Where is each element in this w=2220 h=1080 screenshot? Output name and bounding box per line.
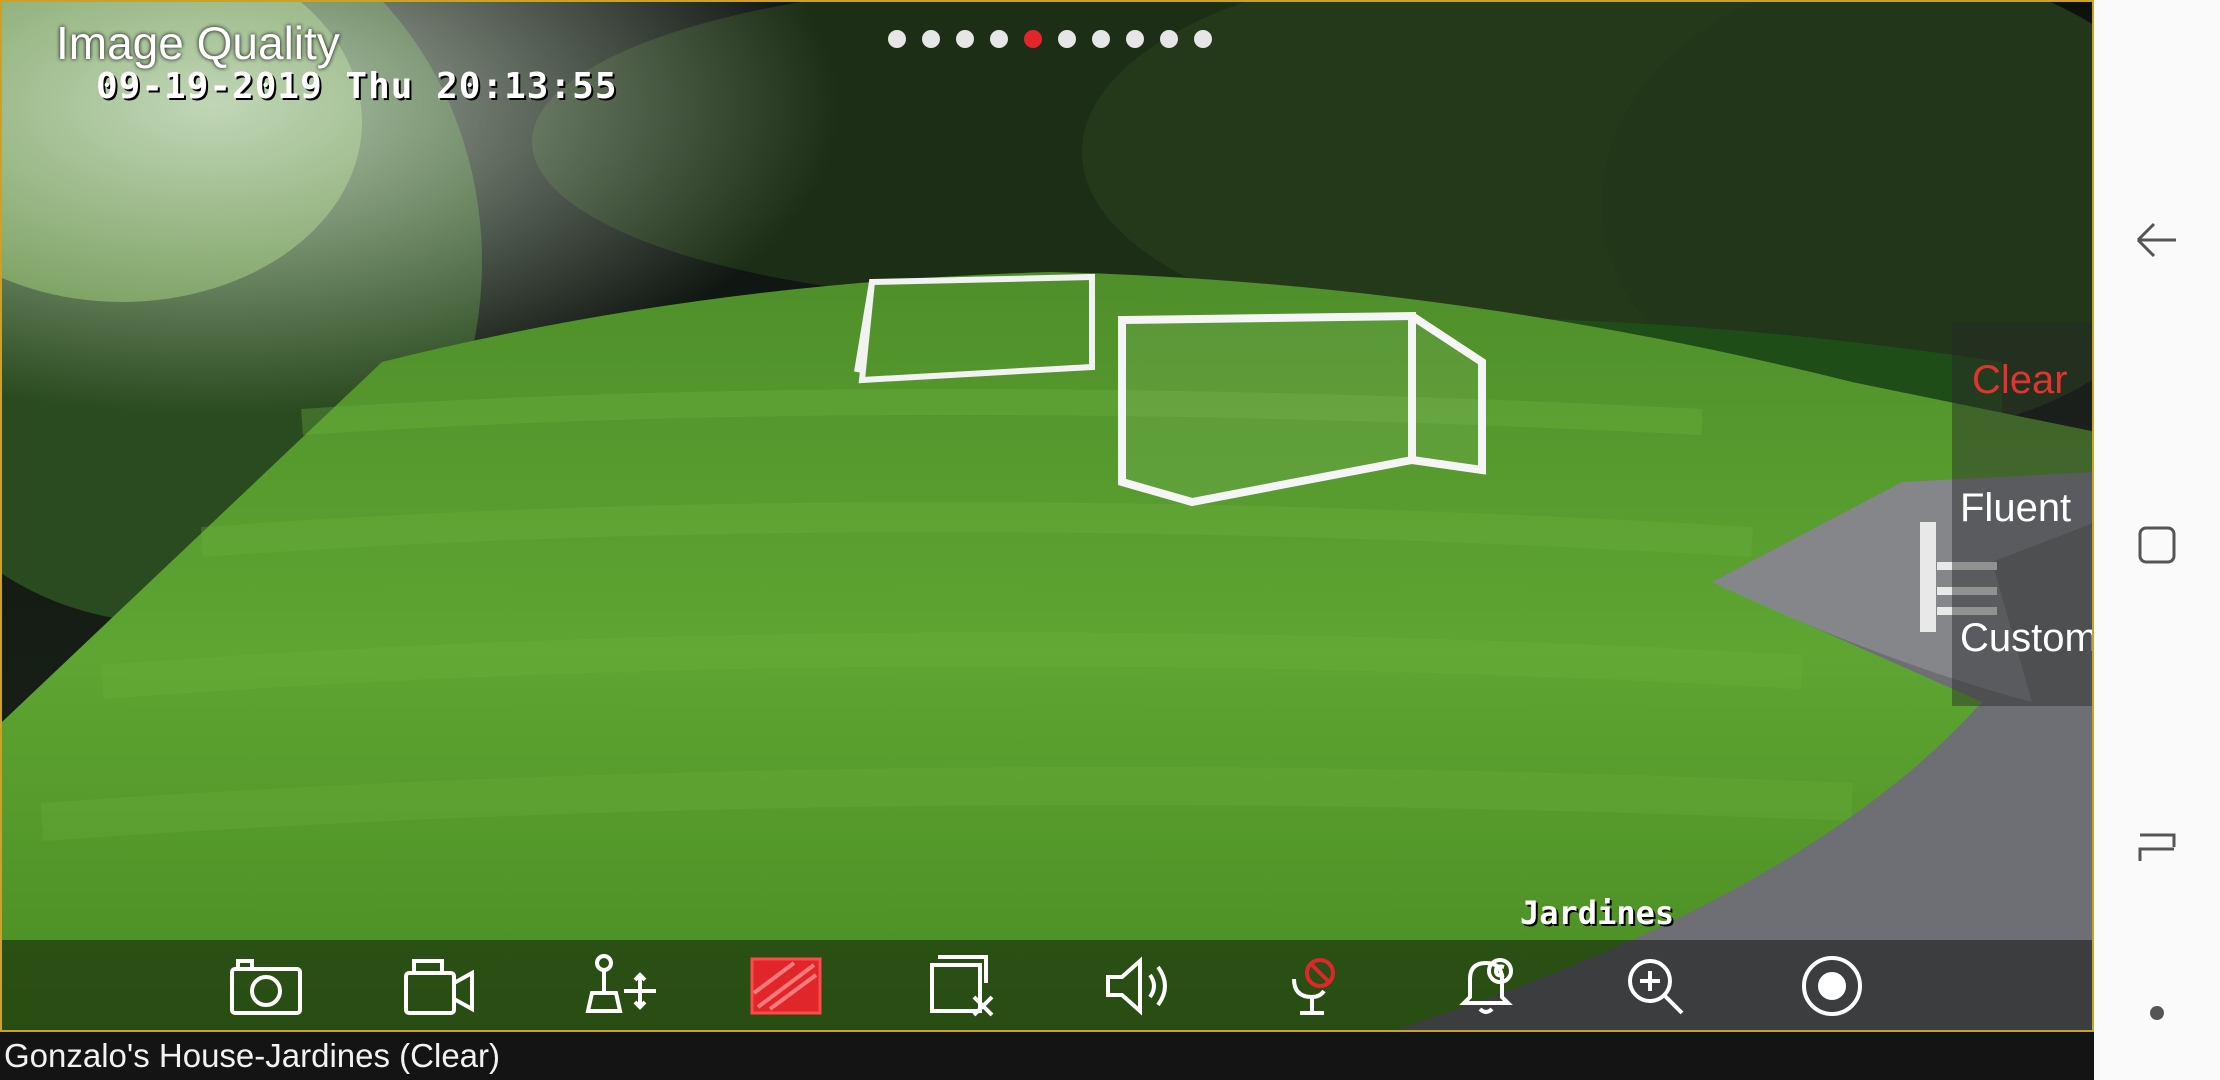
snapshot-button[interactable]: [226, 950, 306, 1022]
record-button[interactable]: [400, 950, 480, 1022]
page-dot[interactable]: [956, 30, 974, 48]
page-dot[interactable]: [1194, 30, 1212, 48]
bottom-toolbar: [2, 940, 2092, 1030]
dot-icon: [2150, 1006, 2164, 1020]
audio-icon: [1106, 956, 1167, 1016]
nav-home-button[interactable]: [2117, 505, 2197, 585]
audio-button[interactable]: [1098, 950, 1178, 1022]
quality-option-custom[interactable]: Custom: [1960, 616, 2092, 661]
nav-back-button[interactable]: [2117, 200, 2197, 280]
zoom-button[interactable]: [1616, 950, 1696, 1022]
talk-button[interactable]: [1272, 950, 1352, 1022]
page-dot-active[interactable]: [1024, 30, 1042, 48]
camera-caption: Gonzalo's House-Jardines (Clear): [0, 1032, 2094, 1080]
camera-image: [2, 2, 2092, 1030]
quality-option-clear[interactable]: Clear: [1972, 358, 2092, 403]
nav-assist-button[interactable]: [2117, 973, 2197, 1053]
quality-option-fluent[interactable]: Fluent: [1960, 486, 2092, 531]
ptz-button[interactable]: [580, 950, 660, 1022]
system-nav-bar: [2094, 0, 2220, 1080]
alarm-icon: [1459, 958, 1513, 1014]
osd-timestamp: 09-19-2019 Thu 20:13:55: [96, 66, 618, 107]
image-quality-button[interactable]: [746, 950, 826, 1022]
close-window-button[interactable]: [922, 950, 1002, 1022]
quality-menu: Clear Fluent Custom: [1952, 322, 2092, 706]
page-dot[interactable]: [922, 30, 940, 48]
ptz-icon: [585, 954, 656, 1013]
snapshot-icon: [230, 959, 302, 1015]
home-icon: [2138, 526, 2176, 564]
fisheye-icon: [1802, 956, 1862, 1016]
back-icon: [2136, 222, 2176, 258]
alarm-button[interactable]: [1448, 950, 1528, 1022]
page-dot[interactable]: [1126, 30, 1144, 48]
page-dot[interactable]: [1058, 30, 1076, 48]
camera-live-view[interactable]: Image Quality 09-19-2019 Thu 20:13:55 Ja…: [0, 0, 2094, 1032]
page-dot[interactable]: [1092, 30, 1110, 48]
page-dot[interactable]: [888, 30, 906, 48]
fisheye-button[interactable]: [1792, 950, 1872, 1022]
record-icon: [404, 959, 474, 1015]
page-title: Image Quality: [56, 17, 340, 69]
page-dot[interactable]: [990, 30, 1008, 48]
zoom-icon: [1628, 959, 1684, 1015]
page-indicator[interactable]: [888, 30, 1212, 48]
osd-channel-name: Jardines: [1520, 894, 1675, 932]
recents-icon: [2138, 833, 2176, 861]
talk-disabled-icon: [1292, 958, 1335, 1015]
quality-icon: [750, 957, 822, 1015]
page-dot[interactable]: [1160, 30, 1178, 48]
nav-recents-button[interactable]: [2117, 808, 2197, 888]
close-window-icon: [930, 955, 994, 1017]
